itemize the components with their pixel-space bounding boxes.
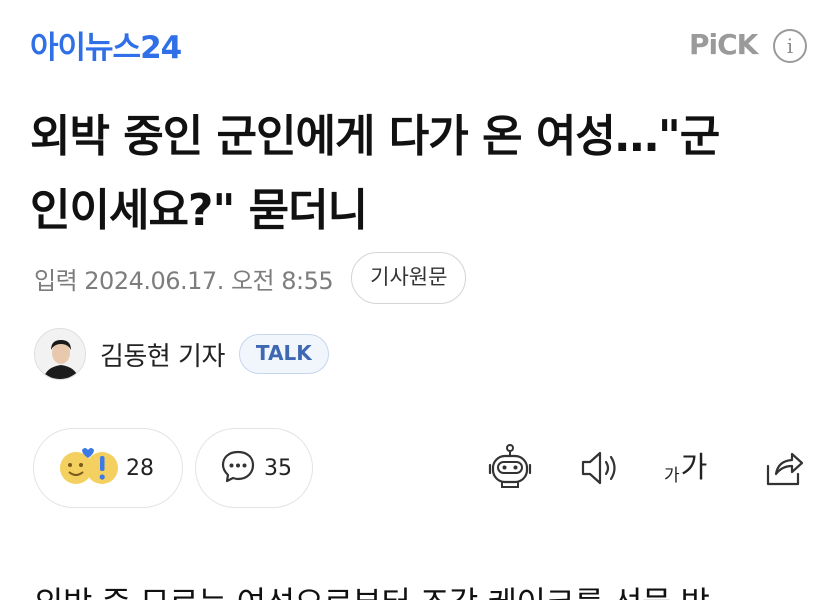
- site-header: 아이뉴스24 PiCK i: [0, 0, 840, 90]
- speaker-icon[interactable]: [574, 442, 626, 494]
- author-row: 김동현 기자 TALK: [34, 324, 329, 384]
- author-photo-icon: [35, 329, 85, 379]
- font-size-large-label: 가: [680, 450, 708, 484]
- article-meta: 입력 2024.06.17. 오전 8:55 기사원문: [34, 252, 467, 304]
- talk-badge[interactable]: TALK: [238, 334, 329, 374]
- pick-label[interactable]: PiCK: [689, 28, 758, 61]
- reaction-emoji-icon: [56, 444, 118, 492]
- comment-button[interactable]: 35: [195, 428, 313, 508]
- share-icon[interactable]: [758, 442, 810, 494]
- summary-bot-icon[interactable]: [484, 442, 536, 494]
- article-toolbar: 28 35 가 가: [0, 428, 840, 508]
- comment-icon: [220, 448, 256, 488]
- site-logo[interactable]: 아이뉴스24: [30, 22, 182, 67]
- comment-count: 35: [264, 455, 292, 481]
- published-date: 입력 2024.06.17. 오전 8:55: [34, 266, 334, 295]
- info-icon[interactable]: i: [773, 29, 807, 63]
- author-name[interactable]: 김동현 기자: [100, 336, 225, 373]
- author-avatar[interactable]: [34, 328, 86, 380]
- font-size-icon[interactable]: 가 가: [664, 450, 707, 486]
- original-article-button[interactable]: 기사원문: [351, 252, 467, 304]
- article-title: 외박 중인 군인에게 다가 온 여성…"군인이세요?" 묻더니: [30, 111, 720, 236]
- font-size-small-label: 가: [664, 466, 680, 486]
- reaction-button[interactable]: 28: [33, 428, 183, 508]
- article-body-preview: 외박 중 모르는 여성으로부터 조각 케이크를 선물 받: [34, 578, 710, 600]
- reaction-count: 28: [126, 455, 154, 481]
